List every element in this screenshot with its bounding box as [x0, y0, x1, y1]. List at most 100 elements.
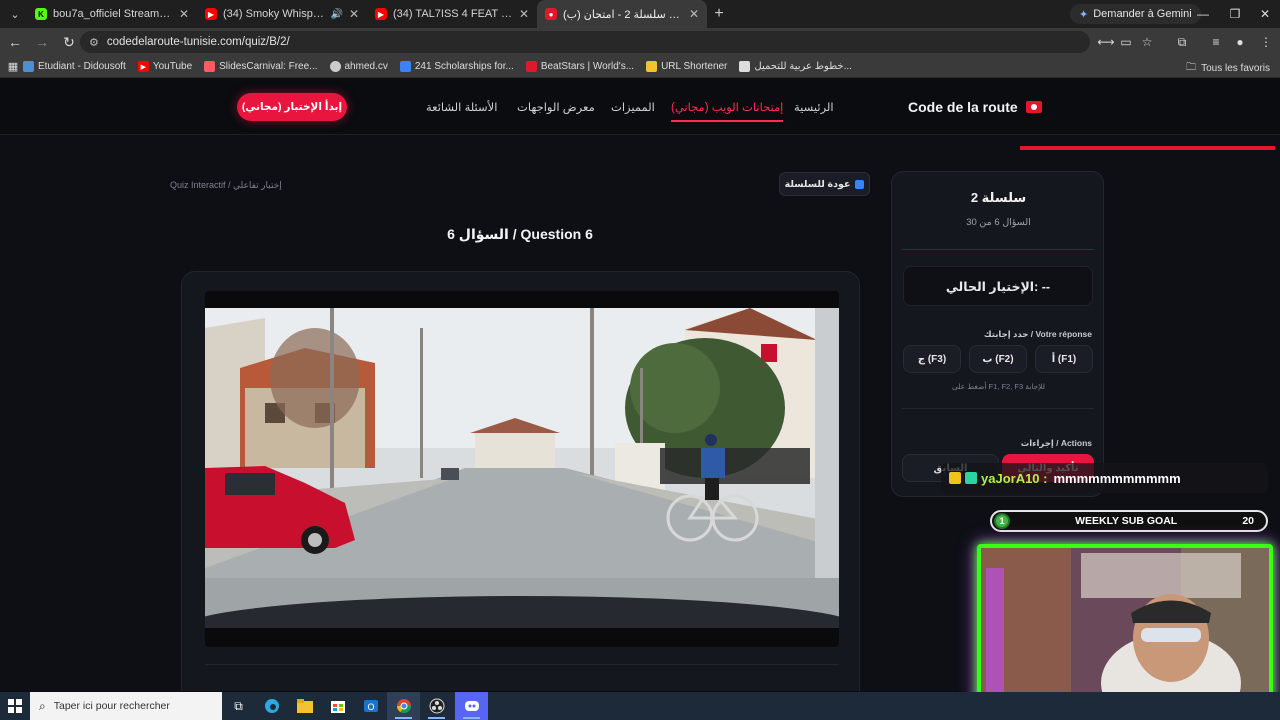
- series-title: سلسلة 2: [970, 190, 1027, 205]
- all-bookmarks-folder[interactable]: 🗀 Tous les favoris: [1186, 60, 1270, 77]
- browser-menu-icon[interactable]: ⋮: [1254, 30, 1278, 54]
- panel-divider: [902, 249, 1094, 250]
- folder-icon: [646, 61, 658, 72]
- windows-taskbar: ⌕ Taper ici pour rechercher ⧉ O: [0, 692, 1280, 720]
- panel-divider: [902, 408, 1094, 409]
- street-scene-illustration: [205, 308, 839, 628]
- bookmark-url-shortener[interactable]: URL Shortener: [646, 61, 727, 72]
- file-explorer-icon[interactable]: [288, 692, 321, 720]
- tab-search-chevron-icon[interactable]: ⌄: [3, 3, 27, 25]
- browser-tab-bar: ⌄ K bou7a_officiel Stream - Watch l ✕ ▶ …: [0, 0, 1280, 28]
- microsoft-store-icon[interactable]: [321, 692, 354, 720]
- outlook-mail-icon[interactable]: O: [354, 692, 387, 720]
- edge-browser-icon[interactable]: [255, 692, 288, 720]
- bookmark-arabic-fonts[interactable]: خطوط عربية للتحميل...: [739, 61, 852, 72]
- speaker-icon[interactable]: 🔊: [330, 9, 342, 20]
- bookmark-label: Etudiant - Didousoft: [38, 61, 126, 72]
- address-toolbar: ← → ↻ ⚙ codedelaroute-tunisie.com/quiz/B…: [0, 28, 1280, 56]
- nav-features[interactable]: المميزات: [611, 100, 655, 114]
- keyboard-hint: أضغط على F1, F2, F3 للإجابة: [951, 382, 1046, 391]
- forward-arrow-icon[interactable]: →: [30, 30, 54, 54]
- bookmark-label: خطوط عربية للتحميل...: [754, 61, 852, 72]
- apps-grid-icon[interactable]: ▦: [3, 55, 23, 79]
- nav-faq[interactable]: الأسئلة الشائعة: [426, 100, 497, 114]
- close-tab-icon[interactable]: ✕: [349, 7, 359, 21]
- bookmark-star-icon[interactable]: ☆: [1135, 30, 1159, 54]
- svg-text:O: O: [367, 702, 374, 712]
- sub-goal-current: 1: [994, 513, 1010, 529]
- nav-web-exams[interactable]: إمتحانات الويب (مجاني): [671, 100, 784, 122]
- profile-avatar-icon[interactable]: ●: [1228, 30, 1252, 54]
- obs-studio-icon[interactable]: [420, 692, 453, 720]
- windows-start-icon[interactable]: [0, 699, 30, 713]
- gemini-sparkle-icon: ✦: [1079, 8, 1089, 21]
- chat-badge-gem-icon: [965, 472, 977, 484]
- url-bar[interactable]: ⚙ codedelaroute-tunisie.com/quiz/B/2/: [80, 31, 1090, 53]
- folder-icon: 🗀: [1186, 62, 1197, 73]
- discord-icon[interactable]: [455, 692, 488, 720]
- nav-home[interactable]: الرئيسية: [794, 100, 834, 114]
- close-tab-icon[interactable]: ✕: [179, 7, 189, 21]
- arabic-fonts-icon: [739, 61, 751, 72]
- question-image: [205, 308, 839, 628]
- restore-icon[interactable]: ❐: [1218, 0, 1252, 28]
- card-divider: [205, 664, 839, 665]
- answer-button-a[interactable]: أ (F1): [1035, 345, 1093, 373]
- taskbar-search-box[interactable]: ⌕ Taper ici pour rechercher: [30, 692, 222, 720]
- bookmark-label: SlidesCarnival: Free...: [219, 61, 318, 72]
- scholarships-icon: [399, 61, 411, 72]
- tab-youtube-tal7iss[interactable]: ▶ (34) TAL7ISS 4 FEAT @Dahmaa ✕: [367, 0, 537, 28]
- site-info-icon[interactable]: ⚙: [89, 36, 99, 49]
- tab-title: bou7a_officiel Stream - Watch l: [53, 8, 173, 20]
- extensions-puzzle-icon[interactable]: ⧉: [1170, 30, 1194, 54]
- tab-permis-b-quiz[interactable]: ● سلسلة 2 - امتحان (ب) Permis B ✕: [537, 0, 707, 28]
- close-tab-icon[interactable]: ✕: [519, 7, 529, 21]
- task-view-icon[interactable]: ⧉: [222, 692, 255, 720]
- tab-youtube-smoky[interactable]: ▶ (34) Smoky Whispers: A Lat 🔊 ✕: [197, 0, 367, 28]
- question-progress: السؤال 6 من 30: [966, 217, 1031, 228]
- site-brand[interactable]: Code de la route: [908, 99, 1042, 115]
- reading-list-icon[interactable]: ≡: [1204, 30, 1228, 54]
- close-tab-icon[interactable]: ✕: [689, 7, 699, 21]
- bookmark-youtube[interactable]: ▶ YouTube: [137, 61, 192, 72]
- streamer-webcam-image: [981, 548, 1269, 712]
- close-window-icon[interactable]: ✕: [1248, 0, 1280, 28]
- back-arrow-icon[interactable]: ←: [3, 30, 27, 54]
- answer-button-b[interactable]: ب (F2): [969, 345, 1027, 373]
- start-free-test-button[interactable]: إبدأ الإختبار (مجاني): [237, 93, 347, 121]
- reload-icon[interactable]: ↻: [57, 30, 81, 54]
- tab-title: (34) Smoky Whispers: A Lat: [223, 8, 327, 20]
- tab-title: (34) TAL7ISS 4 FEAT @Dahmaa: [393, 8, 513, 20]
- actions-label: إجراءات / Actions: [1020, 438, 1092, 448]
- new-tab-plus-icon[interactable]: +: [707, 5, 731, 23]
- sub-goal-label: WEEKLY SUB GOAL: [1075, 515, 1178, 527]
- chat-badge-bolt-icon: [949, 472, 961, 484]
- answer-panel: سلسلة 2 السؤال 6 من 30 الإختيار الحالي: …: [891, 171, 1104, 497]
- stream-chat-overlay: yaJorA10 : mmmmmmmmmmm: [941, 463, 1268, 493]
- bookmark-label: ahmed.cv: [344, 61, 388, 72]
- question-card: [181, 271, 860, 691]
- chat-message: mmmmmmmmmmm: [1053, 470, 1181, 486]
- tab-kick-stream[interactable]: K bou7a_officiel Stream - Watch l ✕: [27, 0, 197, 28]
- all-bookmarks-label: Tous les favoris: [1201, 63, 1270, 74]
- breadcrumb[interactable]: Quiz Interactif / إختبار تفاعلي: [170, 180, 282, 191]
- bookmark-beatstars[interactable]: BeatStars | World's...: [525, 61, 634, 72]
- bookmark-didousoft[interactable]: Etudiant - Didousoft: [23, 61, 126, 72]
- bookmark-ahmed-cv[interactable]: ahmed.cv: [329, 61, 388, 72]
- brand-name: Code de la route: [908, 99, 1018, 115]
- didousoft-icon: [23, 61, 34, 72]
- back-to-series-label: عودة للسلسلة: [784, 178, 851, 190]
- progress-accent-bar: [1020, 146, 1275, 150]
- chrome-browser-icon[interactable]: [387, 692, 420, 720]
- back-to-series-button[interactable]: عودة للسلسلة: [779, 172, 870, 196]
- slidescarnival-icon: [204, 61, 216, 72]
- bookmark-scholarships[interactable]: 241 Scholarships for...: [399, 61, 514, 72]
- kick-favicon-icon: K: [35, 8, 47, 20]
- nav-interfaces-gallery[interactable]: معرض الواجهات: [517, 100, 595, 114]
- site-navbar: Code de la route الرئيسية إمتحانات الويب…: [0, 79, 1280, 135]
- bookmark-label: URL Shortener: [661, 61, 728, 72]
- answer-button-c[interactable]: ج (F3): [903, 345, 961, 373]
- bookmark-slidescarnival[interactable]: SlidesCarnival: Free...: [204, 61, 318, 72]
- ask-gemini-button[interactable]: ✦ Demander à Gemini: [1070, 4, 1201, 24]
- minimize-icon[interactable]: —: [1186, 0, 1220, 28]
